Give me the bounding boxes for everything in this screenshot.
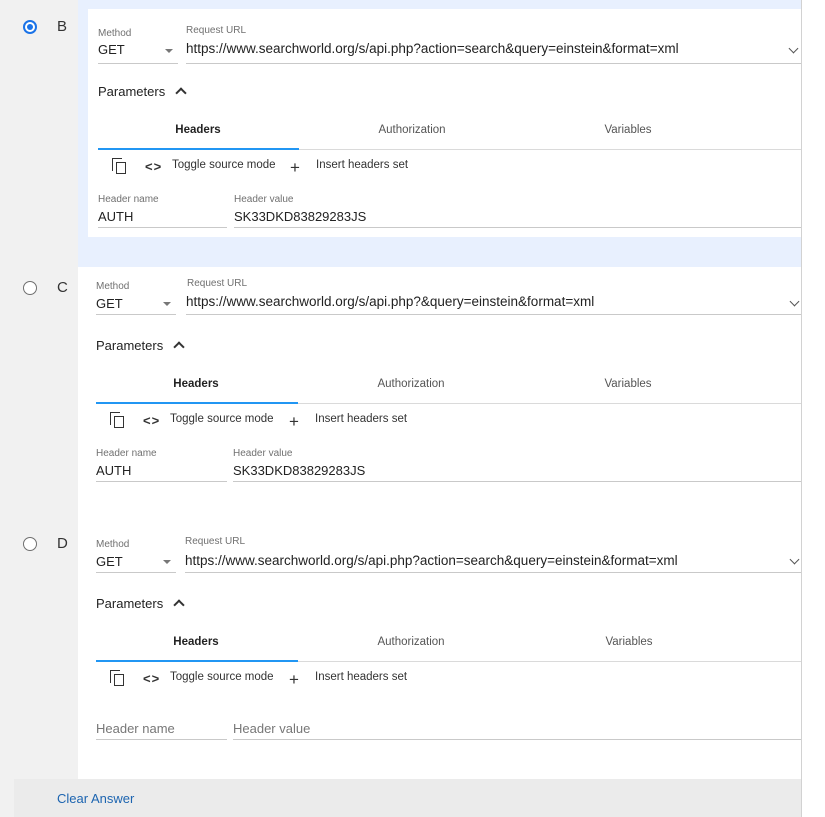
method-underline xyxy=(96,572,176,573)
active-tab-indicator xyxy=(98,148,299,150)
header-name-label: Header name xyxy=(98,194,159,205)
collapse-chevron-icon[interactable] xyxy=(173,599,185,611)
url-underline xyxy=(186,63,801,64)
radio-option-d[interactable] xyxy=(23,537,37,551)
url-underline xyxy=(186,314,801,315)
code-icon[interactable]: <> xyxy=(143,671,160,686)
tab-headers[interactable]: Headers xyxy=(96,378,296,390)
method-value[interactable]: GET xyxy=(98,42,125,57)
toggle-source-mode-button[interactable]: Toggle source mode xyxy=(170,413,274,425)
method-label: Method xyxy=(96,539,130,550)
header-value-input[interactable]: SK33DKD83829283JS xyxy=(233,463,365,478)
tab-headers[interactable]: Headers xyxy=(96,636,296,648)
header-value-label: Header value xyxy=(233,448,293,459)
radio-option-c[interactable] xyxy=(23,281,37,295)
header-name-underline xyxy=(96,481,227,482)
option-b-letter: B xyxy=(57,18,68,35)
dropdown-arrow-icon[interactable] xyxy=(163,560,171,564)
active-tab-indicator xyxy=(96,402,298,404)
option-c-request-card: Method GET Request URL https://www.searc… xyxy=(86,267,801,523)
dropdown-arrow-icon[interactable] xyxy=(163,302,171,306)
collapse-chevron-icon[interactable] xyxy=(175,87,187,99)
header-name-input[interactable]: AUTH xyxy=(98,209,133,224)
parameters-label[interactable]: Parameters xyxy=(98,84,165,99)
method-value[interactable]: GET xyxy=(96,554,123,569)
toggle-source-mode-button[interactable]: Toggle source mode xyxy=(170,671,274,683)
copy-icon[interactable] xyxy=(110,412,126,430)
header-name-input[interactable]: Header name xyxy=(96,721,175,736)
method-label: Method xyxy=(98,28,132,39)
scrollbar-track[interactable] xyxy=(802,0,825,817)
insert-headers-set-button[interactable]: Insert headers set xyxy=(316,159,408,171)
tab-headers[interactable]: Headers xyxy=(98,124,298,136)
header-name-label: Header name xyxy=(96,448,157,459)
tab-authorization[interactable]: Authorization xyxy=(312,124,512,136)
url-dropdown-chevron-icon[interactable] xyxy=(789,554,800,565)
url-dropdown-chevron-icon[interactable] xyxy=(788,43,799,54)
clear-answer-link[interactable]: Clear Answer xyxy=(57,791,134,806)
header-value-underline xyxy=(234,227,801,228)
header-value-underline xyxy=(233,739,801,740)
collapse-chevron-icon[interactable] xyxy=(173,341,185,353)
dropdown-arrow-icon[interactable] xyxy=(165,49,173,53)
url-input[interactable]: https://www.searchworld.org/s/api.php?ac… xyxy=(186,41,679,56)
tab-authorization[interactable]: Authorization xyxy=(311,636,511,648)
url-label: Request URL xyxy=(186,25,247,36)
plus-icon[interactable]: + xyxy=(290,159,300,176)
insert-headers-set-button[interactable]: Insert headers set xyxy=(315,671,407,683)
option-d-request-card: Method GET Request URL https://www.searc… xyxy=(86,523,801,779)
option-b-request-card: Method GET Request URL https://www.searc… xyxy=(88,9,801,237)
tab-variables[interactable]: Variables xyxy=(528,124,728,136)
header-value-underline xyxy=(233,481,801,482)
url-underline xyxy=(185,572,801,573)
code-icon[interactable]: <> xyxy=(145,159,162,174)
plus-icon[interactable]: + xyxy=(289,671,299,688)
active-tab-indicator xyxy=(96,660,298,662)
option-d-letter: D xyxy=(57,535,68,552)
header-name-input[interactable]: AUTH xyxy=(96,463,131,478)
header-name-underline xyxy=(98,227,227,228)
url-dropdown-chevron-icon[interactable] xyxy=(789,296,800,307)
method-underline xyxy=(96,314,176,315)
copy-icon[interactable] xyxy=(110,670,126,688)
url-label: Request URL xyxy=(187,278,248,289)
method-underline xyxy=(98,63,178,64)
header-value-label: Header value xyxy=(234,194,294,205)
method-value[interactable]: GET xyxy=(96,296,123,311)
header-name-underline xyxy=(96,739,227,740)
parameters-label[interactable]: Parameters xyxy=(96,338,163,353)
code-icon[interactable]: <> xyxy=(143,413,160,428)
header-value-input[interactable]: SK33DKD83829283JS xyxy=(234,209,366,224)
url-input[interactable]: https://www.searchworld.org/s/api.php?ac… xyxy=(185,553,678,568)
url-label: Request URL xyxy=(185,536,246,547)
copy-icon[interactable] xyxy=(112,158,128,176)
tab-authorization[interactable]: Authorization xyxy=(311,378,511,390)
insert-headers-set-button[interactable]: Insert headers set xyxy=(315,413,407,425)
tab-variables[interactable]: Variables xyxy=(528,378,728,390)
tab-variables[interactable]: Variables xyxy=(529,636,729,648)
method-label: Method xyxy=(96,281,130,292)
header-value-input[interactable]: Header value xyxy=(233,721,310,736)
option-c-letter: C xyxy=(57,279,68,296)
parameters-label[interactable]: Parameters xyxy=(96,596,163,611)
toggle-source-mode-button[interactable]: Toggle source mode xyxy=(172,159,276,171)
radio-option-b[interactable] xyxy=(23,20,37,34)
plus-icon[interactable]: + xyxy=(289,413,299,430)
url-input[interactable]: https://www.searchworld.org/s/api.php?&q… xyxy=(186,294,594,309)
